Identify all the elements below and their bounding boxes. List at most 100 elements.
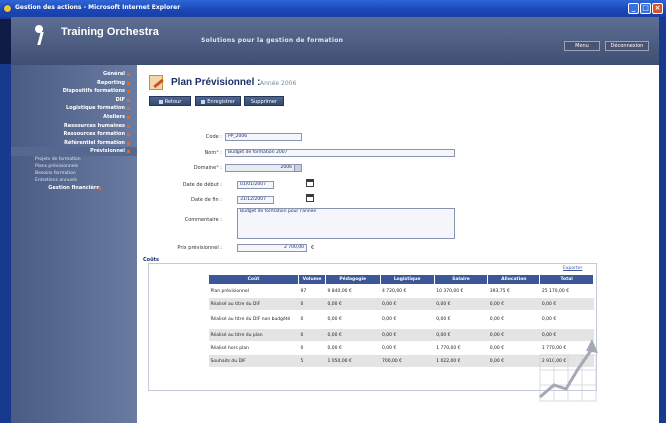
domain-select[interactable]: 2006 (225, 164, 302, 172)
save-button[interactable]: Enregistrer (195, 96, 241, 106)
table-cell: Réalisé au titre du DIF (208, 297, 299, 311)
budget-label: Prix prévisionnel : (177, 245, 222, 251)
save-button-label: Enregistrer (207, 99, 235, 105)
table-cell: 0,00 € (434, 328, 488, 342)
domain-select-value: 2006 (280, 165, 292, 170)
page-subtitle: Année 2006 (260, 80, 297, 87)
sidebar-item-label: Référentiel formation (64, 139, 125, 146)
table-cell: 0 (298, 341, 326, 355)
table-cell: 0,00 € (487, 297, 540, 311)
page-title: Plan Prévisionnel : (171, 77, 261, 88)
minimize-button[interactable]: _ (628, 3, 639, 14)
bullet-icon (127, 115, 130, 119)
chevron-down-icon[interactable] (294, 165, 301, 171)
column-header: Volume (298, 274, 326, 285)
sidebar-item-label: Ressources humaines (63, 122, 125, 129)
sidebar-item-ressources-humaines[interactable]: Ressources humaines (11, 122, 137, 131)
sidebar-subitem-projets[interactable]: Projets de formation (11, 156, 137, 163)
table-cell: Réalisé au titre du DIF non budgété (208, 310, 299, 329)
window-controls: _ □ × (628, 3, 663, 14)
sidebar-subitem-besoins[interactable]: Besoins formation (11, 170, 137, 177)
table-cell: 10 370,00 € (434, 284, 488, 298)
comment-textarea[interactable]: Budget de formation pour l'année (237, 208, 455, 239)
name-field[interactable]: Budget de formation 2007 (225, 149, 455, 157)
arrow-head-icon (586, 339, 598, 353)
sidebar-item-label: Général (103, 71, 125, 77)
logout-button[interactable]: Déconnexion (605, 41, 649, 51)
pen-icon (153, 78, 164, 89)
comment-label-text: Commentaire (184, 217, 219, 223)
sidebar-item-previsionnel[interactable]: Prévisionnel (11, 147, 137, 156)
code-field[interactable]: PP_2006 (225, 133, 302, 141)
window-left-shadow (0, 19, 11, 64)
sidebar-item-referentiel[interactable]: Référentiel formation (11, 139, 137, 148)
app-header: Training Orchestra Solutions pour la ges… (11, 17, 659, 65)
table-cell: 700,00 € (380, 354, 435, 368)
sidebar-subitem-entretiens[interactable]: Entretiens annuels (11, 177, 137, 184)
sidebar-item-reporting[interactable]: Reporting (11, 79, 137, 88)
table-cell: Réalisé hors plan (208, 341, 299, 355)
close-button[interactable]: × (652, 3, 663, 14)
maximize-button[interactable]: □ (640, 3, 651, 14)
bullet-icon (127, 81, 130, 85)
sidebar-item-ateliers[interactable]: Ateliers (11, 113, 137, 122)
delete-button[interactable]: Supprimer (244, 96, 284, 106)
sidebar-item-label: Ressources formation (63, 131, 125, 138)
table-cell: 5 (298, 354, 326, 368)
table-cell: 25 170,00 € (539, 284, 594, 298)
sidebar-item-label: Logistique formation (65, 105, 125, 112)
sidebar-item-dispositifs[interactable]: Dispositifs formations (11, 87, 137, 96)
export-link[interactable]: Exporter (563, 266, 582, 271)
table-cell: 0 (298, 297, 326, 311)
sidebar-item-general[interactable]: Général (11, 70, 137, 79)
table-cell: 97 (298, 284, 326, 298)
bullet-icon (127, 73, 130, 76)
sidebar-subitem-plans[interactable]: Plans prévisionnels (11, 163, 137, 170)
brand-name: Training Orchestra (61, 26, 159, 38)
sidebar-item-label: Prévisionnel (90, 148, 125, 155)
table-cell: Réalisé au titre du plan (208, 328, 299, 342)
comment-label: Commentaire : (184, 217, 222, 223)
name-label-text: Nom (204, 150, 217, 156)
table-row: Réalisé au titre du DIF 0 0,00 € 0,00 € … (208, 297, 594, 311)
budget-label-text: Prix prévisionnel (177, 245, 219, 251)
code-label-text: Code (205, 134, 219, 140)
calendar-icon[interactable] (306, 179, 314, 187)
table-cell: 0 (298, 310, 326, 329)
start-date-label-text: Date de début (182, 182, 219, 188)
table-header-row: Coût Volume Pédagogie Logistique Salaire… (208, 274, 594, 285)
code-label: Code : (205, 134, 222, 140)
start-date-field[interactable]: 01/01/2007 (237, 181, 274, 189)
bullet-icon (98, 186, 101, 190)
back-button[interactable]: Retour (149, 96, 191, 106)
column-header: Total (539, 274, 594, 285)
end-date-field[interactable]: 31/12/2007 (237, 196, 274, 204)
end-date-label: Date de fin : (191, 197, 222, 203)
chart-grid (539, 354, 597, 402)
main-content: Plan Prévisionnel : Année 2006 Retour En… (137, 65, 659, 423)
sidebar-item-dif[interactable]: DIF (11, 96, 137, 105)
sidebar-item-gestion-financiere[interactable]: Gestion financière (11, 184, 137, 193)
table-cell: 0,00 € (380, 310, 435, 329)
bullet-icon (127, 98, 130, 102)
column-header: Pédagogie (325, 274, 381, 285)
table-cell: 0,00 € (325, 328, 380, 342)
sidebar-item-label: DIF (115, 96, 125, 103)
budget-field[interactable]: 2 700,00 (237, 244, 307, 252)
sidebar-item-ressources-formation[interactable]: Ressources formation (11, 130, 137, 139)
table-row: Plan prévisionnel 97 9 840,00 € 4 720,00… (208, 284, 594, 298)
internet-explorer-icon (3, 4, 12, 13)
bullet-icon (127, 90, 130, 94)
menu-button[interactable]: Menu (564, 41, 600, 51)
table-cell: 0,00 € (380, 328, 435, 342)
window-titlebar: Gestion des actions - Microsoft Internet… (0, 0, 666, 17)
window-title: Gestion des actions - Microsoft Internet… (15, 4, 181, 11)
sidebar-item-logistique[interactable]: Logistique formation (11, 104, 137, 113)
table-cell: 0 (298, 328, 326, 342)
sidebar: Général Reporting Dispositifs formations… (11, 65, 137, 423)
table-cell: 4 720,00 € (380, 284, 435, 298)
back-icon (158, 99, 163, 104)
column-header: Salaire (433, 274, 489, 285)
calendar-icon[interactable] (306, 194, 314, 202)
sidebar-item-label: Ateliers (103, 113, 125, 120)
